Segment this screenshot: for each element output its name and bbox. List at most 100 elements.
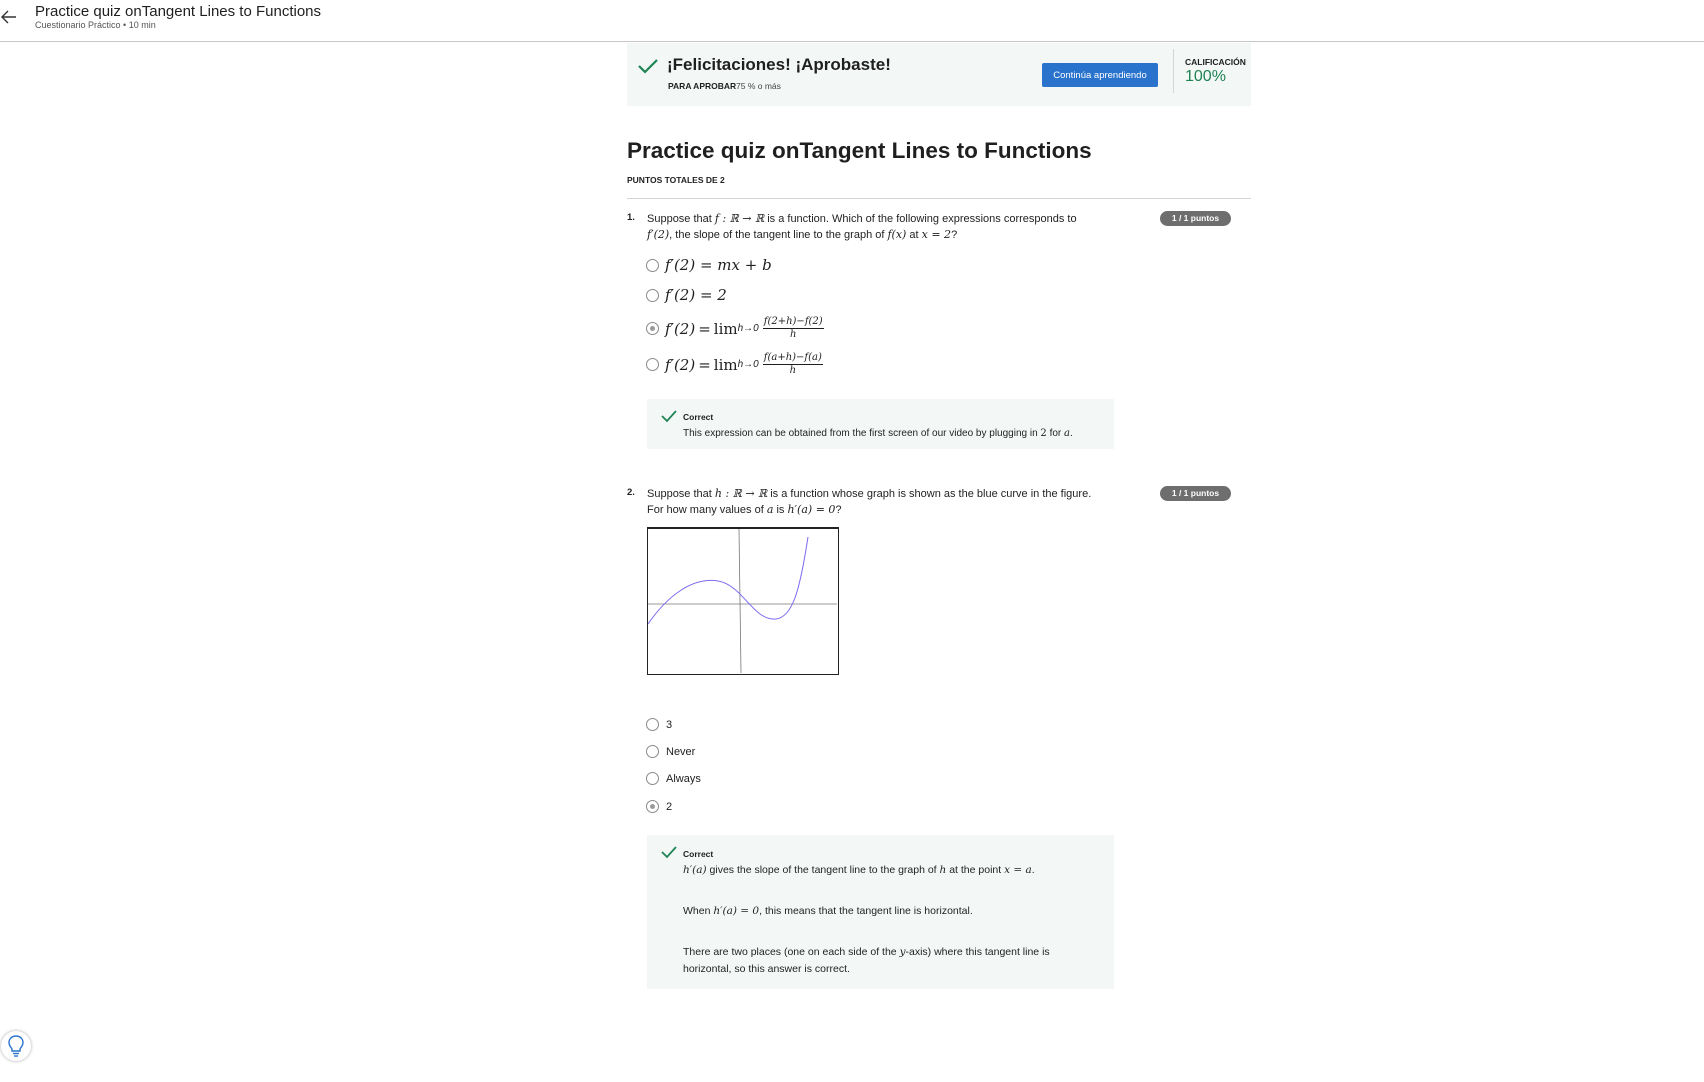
question-text-part: is a function. Which of the following ex… — [764, 213, 1077, 225]
feedback-text-part: . — [1070, 428, 1073, 439]
question-text-part: is — [773, 504, 788, 516]
answer-option-selected[interactable]: 2 — [646, 800, 672, 813]
question-text-part: Suppose that — [647, 488, 715, 500]
math-expression: x = 2 — [921, 228, 952, 241]
feedback-text-part: for — [1046, 428, 1065, 439]
question-text-part: ? — [835, 504, 842, 516]
feedback-title: Correct — [683, 412, 714, 422]
answer-option[interactable]: Never — [646, 745, 695, 758]
math-expression: f(x) — [887, 228, 907, 241]
total-points: PUNTOS TOTALES DE 2 — [627, 175, 725, 185]
math-expression: h′(a) — [683, 864, 707, 876]
quiz-title: Practice quiz onTangent Lines to Functio… — [627, 138, 1092, 163]
option-label: f′(2) = lim h→0 f(a+h)−f(a) h — [665, 352, 823, 377]
feedback-text-part: . — [1031, 864, 1035, 876]
math-expression: h′(a) = 0 — [713, 905, 760, 917]
math-expression: = — [698, 355, 711, 374]
radio-button[interactable] — [646, 772, 659, 785]
math-expression: h→0 — [737, 323, 759, 334]
lightbulb-icon — [8, 1035, 24, 1057]
question-number: 2. — [627, 487, 635, 498]
grade-label: CALIFICACIÓN — [1185, 57, 1246, 67]
option-label: f′(2) = lim h→0 f(2+h)−f(2) h — [665, 316, 824, 341]
feedback-paragraph: There are two places (one on each side o… — [683, 944, 1093, 978]
radio-button[interactable] — [646, 745, 659, 758]
function-graph — [647, 528, 837, 674]
feedback-text-part: -axis) where this tangent line is — [905, 946, 1050, 958]
math-expression: lim — [713, 319, 738, 338]
feedback-text-part: , this means that the tangent line is ho… — [759, 905, 973, 917]
question-text-part: For how many values of — [647, 504, 767, 516]
question-text-part: at — [906, 229, 922, 241]
fraction-numerator: f(2+h)−f(2) — [762, 316, 824, 329]
answer-option[interactable]: f′(2) = mx + b — [646, 256, 772, 274]
fraction-denominator: h — [789, 365, 797, 376]
page-subtitle: Cuestionario Práctico • 10 min — [35, 20, 156, 30]
option-label: Always — [666, 772, 701, 785]
feedback-text-part: This expression can be obtained from the… — [683, 428, 1041, 439]
function-graph-figure — [647, 527, 839, 675]
math-expression: f : ℝ → ℝ — [714, 212, 765, 225]
radio-button-selected[interactable] — [646, 322, 659, 335]
feedback-box: Correct h′(a) gives the slope of the tan… — [647, 835, 1114, 989]
check-icon — [661, 410, 677, 423]
divider — [1173, 49, 1174, 93]
feedback-text-part: When — [683, 905, 714, 917]
feedback-text-part: There are two places (one on each side o… — [683, 946, 900, 958]
option-label: f′(2) = 2 — [665, 286, 727, 304]
question-2-text: Suppose that h : ℝ → ℝ is a function who… — [647, 486, 1107, 518]
question-text-part: is a function whose graph is shown as th… — [767, 488, 1092, 500]
radio-button[interactable] — [646, 358, 659, 371]
option-label: 2 — [666, 800, 673, 813]
feedback-text: This expression can be obtained from the… — [683, 425, 1093, 442]
fraction-denominator: h — [789, 329, 797, 340]
radio-button[interactable] — [646, 288, 659, 302]
blue-curve — [647, 536, 809, 625]
fraction-numerator: f(a+h)−f(a) — [762, 352, 823, 365]
continue-learning-button[interactable]: Continúa aprendiendo — [1042, 63, 1158, 87]
pass-banner: ¡Felicitaciones! ¡Aprobaste! PARA APROBA… — [627, 43, 1251, 106]
option-label: 3 — [666, 718, 673, 731]
points-badge: 1 / 1 puntos — [1160, 486, 1231, 501]
feedback-box: Correct This expression can be obtained … — [647, 399, 1114, 449]
option-label: f′(2) = mx + b — [665, 256, 772, 274]
math-expression: h : ℝ → ℝ — [714, 487, 768, 500]
radio-button[interactable] — [646, 258, 659, 272]
top-bar: Practice quiz onTangent Lines to Functio… — [0, 0, 1704, 42]
math-expression: = — [698, 319, 711, 338]
math-expression: h′(a) = 0 — [787, 503, 836, 516]
answer-option-selected[interactable]: f′(2) = lim h→0 f(2+h)−f(2) h — [646, 316, 824, 341]
answer-option[interactable]: Always — [646, 772, 701, 785]
pass-label: PARA APROBAR — [668, 81, 737, 91]
radio-button-selected[interactable] — [646, 800, 659, 813]
grade-value: 100% — [1185, 68, 1226, 85]
lightbulb-help-button[interactable] — [1, 1031, 31, 1061]
answer-option[interactable]: 3 — [646, 718, 672, 731]
feedback-paragraph: When h′(a) = 0, this means that the tang… — [683, 903, 1093, 920]
question-number: 1. — [627, 212, 635, 223]
answer-option[interactable]: f′(2) = lim h→0 f(a+h)−f(a) h — [646, 352, 823, 377]
question-text-part: , the slope of the tangent line to the g… — [669, 229, 888, 241]
math-expression: f′(2) — [647, 228, 670, 241]
math-expression: lim — [713, 355, 738, 374]
question-1-text: Suppose that f : ℝ → ℝ is a function. Wh… — [647, 211, 1107, 243]
feedback-paragraph: h′(a) gives the slope of the tangent lin… — [683, 862, 1093, 879]
math-expression: h→0 — [737, 359, 759, 370]
check-icon — [638, 59, 658, 74]
radio-button[interactable] — [646, 718, 659, 731]
banner-title: ¡Felicitaciones! ¡Aprobaste! — [667, 55, 891, 74]
back-arrow-icon[interactable] — [0, 9, 18, 25]
option-label: Never — [666, 745, 696, 758]
feedback-text-part: horizontal, so this answer is correct. — [683, 963, 850, 975]
feedback-text-part: at the point — [946, 864, 1005, 876]
question-text-part: Suppose that — [647, 213, 715, 225]
feedback-text-part: gives the slope of the tangent line to t… — [706, 864, 940, 876]
points-badge: 1 / 1 puntos — [1160, 211, 1231, 226]
answer-option[interactable]: f′(2) = 2 — [646, 286, 727, 304]
math-expression: f′(2) — [665, 319, 696, 338]
y-axis — [738, 528, 742, 674]
page-title: Practice quiz onTangent Lines to Functio… — [35, 3, 322, 20]
pass-value: 75 % o más — [736, 81, 781, 91]
math-expression: f′(2) — [665, 355, 696, 374]
feedback-title: Correct — [683, 849, 714, 859]
